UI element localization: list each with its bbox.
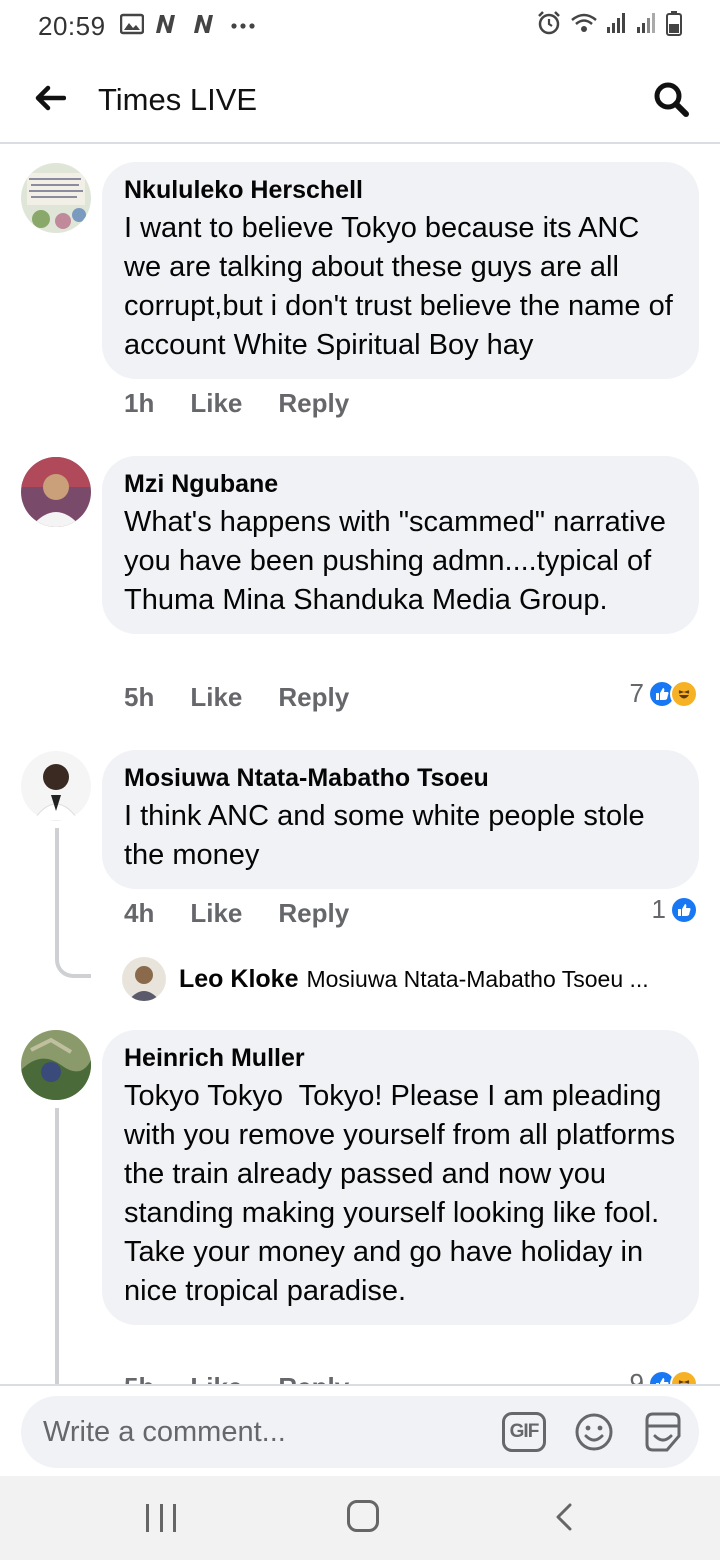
wifi-icon: [570, 11, 598, 40]
avatar: [122, 957, 166, 1001]
comment-actions: 4h Like Reply: [124, 898, 385, 929]
comment-input[interactable]: [43, 1416, 463, 1449]
system-status-icons: [536, 10, 682, 41]
thread-line: [55, 1108, 59, 1384]
comment-bubble: Heinrich Muller Tokyo Tokyo Tokyo! Pleas…: [102, 1030, 699, 1325]
sticker-icon: [645, 1412, 681, 1452]
reaction-summary[interactable]: 7: [630, 678, 698, 709]
recent-apps-button[interactable]: [146, 1504, 176, 1532]
reply-preview[interactable]: Leo Kloke Mosiuwa Ntata-Mabatho Tsoeu ..…: [122, 957, 649, 1001]
avatar[interactable]: [21, 1030, 91, 1100]
comment-text: I want to believe Tokyo because its ANC …: [124, 212, 681, 361]
chevron-left-icon: [556, 1503, 572, 1531]
comment-time[interactable]: 5h: [124, 682, 154, 713]
more-notifications-icon: [230, 17, 256, 35]
comment-text: Tokyo Tokyo Tokyo! Please I am pleading …: [124, 1080, 676, 1307]
comment-author[interactable]: Mosiuwa Ntata-Mabatho Tsoeu: [124, 763, 677, 793]
comment-bubble: Mzi Ngubane What's happens with "scammed…: [102, 456, 699, 634]
like-button[interactable]: Like: [190, 1372, 242, 1384]
system-nav-bar: [0, 1476, 720, 1560]
comments-list: Nkululeko Herschell I want to believe To…: [0, 146, 720, 1384]
smiley-icon: [575, 1413, 613, 1451]
signal-icon: [606, 11, 628, 40]
signal-icon-2: [636, 11, 658, 40]
news-notification-icon: [154, 13, 182, 40]
comment-time[interactable]: 1h: [124, 388, 154, 419]
reaction-summary[interactable]: 9: [630, 1368, 698, 1384]
reply-button[interactable]: Reply: [278, 1372, 349, 1384]
reply-button[interactable]: Reply: [278, 682, 349, 713]
battery-icon: [666, 10, 682, 41]
comment-actions: 5h Like Reply: [124, 1372, 385, 1384]
comment-actions: 5h Like Reply: [124, 682, 385, 713]
gallery-notification-icon: [119, 13, 144, 40]
comment-bubble: Mosiuwa Ntata-Mabatho Tsoeu I think ANC …: [102, 750, 699, 889]
news-notification-icon-2: [192, 13, 220, 40]
comment-composer-bar: GIF: [0, 1384, 720, 1476]
comment-author[interactable]: Mzi Ngubane: [124, 469, 677, 499]
avatar[interactable]: [21, 457, 91, 527]
reaction-count: 9: [629, 1368, 644, 1384]
thread-connector: [55, 952, 91, 978]
emoji-button[interactable]: [574, 1412, 614, 1452]
comment-author[interactable]: Nkululeko Herschell: [124, 175, 677, 205]
comment-text: I think ANC and some white people stole …: [124, 800, 653, 871]
sticker-button[interactable]: [641, 1410, 685, 1454]
reply-snippet: Mosiuwa Ntata-Mabatho Tsoeu ...: [306, 965, 649, 992]
back-button[interactable]: [30, 78, 70, 118]
haha-reaction-icon: [670, 1369, 698, 1384]
reply-button[interactable]: Reply: [278, 898, 349, 929]
comment-text: What's happens with "scammed" narrative …: [124, 506, 674, 616]
search-icon: [654, 82, 689, 117]
app-header: Times LIVE: [0, 52, 720, 144]
like-button[interactable]: Like: [190, 682, 242, 713]
system-back-button[interactable]: [552, 1502, 576, 1532]
comment-time[interactable]: 5h: [124, 1372, 154, 1384]
status-time: 20:59: [38, 10, 106, 41]
search-button[interactable]: [650, 78, 692, 120]
thread-line: [55, 828, 59, 952]
like-button[interactable]: Like: [190, 898, 242, 929]
reaction-summary[interactable]: 1: [652, 894, 698, 925]
page-title: Times LIVE: [98, 82, 258, 117]
arrow-left-icon: [35, 85, 66, 111]
comment-author[interactable]: Heinrich Muller: [124, 1043, 677, 1073]
comment-composer: GIF: [21, 1396, 699, 1468]
avatar[interactable]: [21, 751, 91, 821]
like-reaction-icon: [670, 895, 698, 924]
reply-author: Leo Kloke: [179, 964, 299, 993]
comment-bubble: Nkululeko Herschell I want to believe To…: [102, 162, 699, 379]
home-button[interactable]: [347, 1500, 379, 1532]
reaction-count: 7: [629, 678, 644, 708]
notification-icons: [119, 13, 256, 40]
reply-button[interactable]: Reply: [278, 388, 349, 419]
avatar[interactable]: [21, 163, 91, 233]
comment-actions: 1h Like Reply: [124, 388, 385, 419]
comment-time[interactable]: 4h: [124, 898, 154, 929]
reaction-count: 1: [651, 894, 666, 924]
status-bar: 20:59: [0, 0, 720, 52]
alarm-icon: [536, 10, 562, 41]
haha-reaction-icon: [670, 679, 698, 708]
recent-apps-icon: [146, 1504, 149, 1532]
gif-button[interactable]: GIF: [502, 1412, 546, 1452]
like-button[interactable]: Like: [190, 388, 242, 419]
